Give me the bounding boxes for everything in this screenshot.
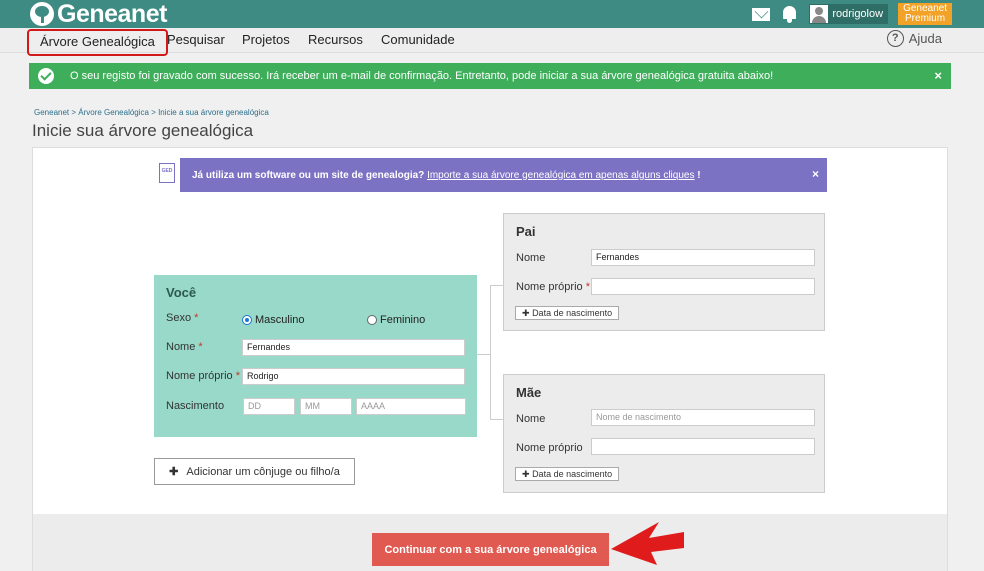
nav-item-comunidade[interactable]: Comunidade <box>381 28 455 53</box>
geneanet-logo[interactable]: Geneanet <box>30 0 167 28</box>
main-nav: Árvore Genealógica Pesquisar Projetos Re… <box>0 28 984 56</box>
import-question: Já utiliza um software ou um site de gen… <box>192 169 425 181</box>
connector-line <box>490 285 503 286</box>
ged-file-icon: GED <box>154 158 180 192</box>
radio-unchecked-icon <box>367 315 377 325</box>
user-menu[interactable]: rodrigolow <box>809 4 889 24</box>
mother-first-name-label: Nome próprio <box>516 442 583 454</box>
premium-button[interactable]: Geneanet Premium <box>898 3 952 25</box>
username: rodrigolow <box>832 8 884 20</box>
birth-month-input[interactable]: MM <box>300 398 352 415</box>
nav-item-recursos[interactable]: Recursos <box>308 28 363 53</box>
bell-icon[interactable] <box>781 5 798 23</box>
father-birth-date-button[interactable]: ✚ Data de nascimento <box>515 306 620 320</box>
ged-label: GED <box>159 163 175 183</box>
father-first-name-label: Nome próprio * <box>516 281 590 293</box>
mother-surname-input[interactable]: Nome de nascimento <box>591 409 815 426</box>
help-label: Ajuda <box>908 31 942 46</box>
father-panel: Pai Nome Fernandes Nome próprio * ✚ Data… <box>503 213 825 331</box>
nav-item-arvore[interactable]: Árvore Genealógica <box>27 29 168 56</box>
mother-title: Mãe <box>516 385 542 400</box>
radio-female[interactable]: Feminino <box>367 314 425 326</box>
arrow-shape <box>611 522 684 565</box>
radio-checked-icon <box>242 315 252 325</box>
import-banner: GED Já utiliza um software ou um site de… <box>154 158 827 192</box>
tree-logo-icon <box>30 2 54 26</box>
import-link[interactable]: Importe a sua árvore genealógica em apen… <box>427 170 694 181</box>
mother-first-name-input[interactable] <box>591 438 815 455</box>
father-surname-input[interactable]: Fernandes <box>591 249 815 266</box>
mother-surname-label: Nome <box>516 413 546 425</box>
nav-item-projetos[interactable]: Projetos <box>242 28 290 53</box>
import-suffix: ! <box>694 169 701 181</box>
top-bar: Geneanet rodrigolow Geneanet Premium <box>0 0 984 28</box>
breadcrumb[interactable]: Geneanet > Árvore Genealógica > Inicie a… <box>34 108 269 117</box>
red-arrow-annotation <box>611 522 684 565</box>
help-link[interactable]: ? Ajuda <box>886 30 942 47</box>
close-icon[interactable]: × <box>934 68 942 83</box>
birth-label: Nascimento <box>166 400 225 412</box>
first-name-input[interactable]: Rodrigo <box>242 368 465 385</box>
surname-label: Nome * <box>166 341 203 353</box>
alert-message: O seu registo foi gravado com sucesso. I… <box>70 70 774 82</box>
radio-male[interactable]: Masculino <box>242 314 305 326</box>
birth-day-input[interactable]: DD <box>243 398 295 415</box>
tree-form-card: GED Já utiliza um software ou um site de… <box>32 147 948 571</box>
close-icon[interactable]: × <box>812 167 819 181</box>
nav-item-pesquisar[interactable]: Pesquisar <box>167 28 225 53</box>
plus-icon: ✚ <box>522 469 530 479</box>
plus-icon: ✚ <box>169 466 179 478</box>
birth-year-input[interactable]: AAAA <box>356 398 466 415</box>
father-title: Pai <box>516 224 536 239</box>
add-spouse-child-button[interactable]: ✚ Adicionar um cônjuge ou filho/a <box>154 458 355 485</box>
mother-panel: Mãe Nome Nome de nascimento Nome próprio… <box>503 374 825 493</box>
connector-line <box>477 354 490 355</box>
page-title: Inicie sua árvore genealógica <box>32 121 254 140</box>
help-icon: ? <box>886 30 904 47</box>
add-button-label: Adicionar um cônjuge ou filho/a <box>186 465 340 478</box>
father-first-name-input[interactable] <box>591 278 815 295</box>
male-label: Masculino <box>255 314 305 326</box>
check-icon <box>38 68 54 84</box>
success-alert: O seu registo foi gravado com sucesso. I… <box>29 63 951 89</box>
first-name-label: Nome próprio * <box>166 370 240 382</box>
continue-button[interactable]: Continuar com a sua árvore genealógica <box>372 533 609 566</box>
plus-icon: ✚ <box>522 308 530 318</box>
logo-text: Geneanet <box>57 0 167 28</box>
you-panel: Você Sexo * Masculino Feminino Nome * Fe… <box>154 275 477 437</box>
surname-input[interactable]: Fernandes <box>242 339 465 356</box>
connector-line <box>490 419 503 420</box>
avatar <box>810 5 829 23</box>
mother-birth-date-button[interactable]: ✚ Data de nascimento <box>515 467 620 481</box>
connector-line <box>490 285 491 419</box>
premium-line-2: Premium <box>905 13 946 24</box>
mail-icon[interactable] <box>752 7 771 21</box>
you-title: Você <box>166 285 197 300</box>
female-label: Feminino <box>380 314 426 326</box>
father-surname-label: Nome <box>516 252 546 264</box>
sex-label: Sexo * <box>166 312 199 324</box>
